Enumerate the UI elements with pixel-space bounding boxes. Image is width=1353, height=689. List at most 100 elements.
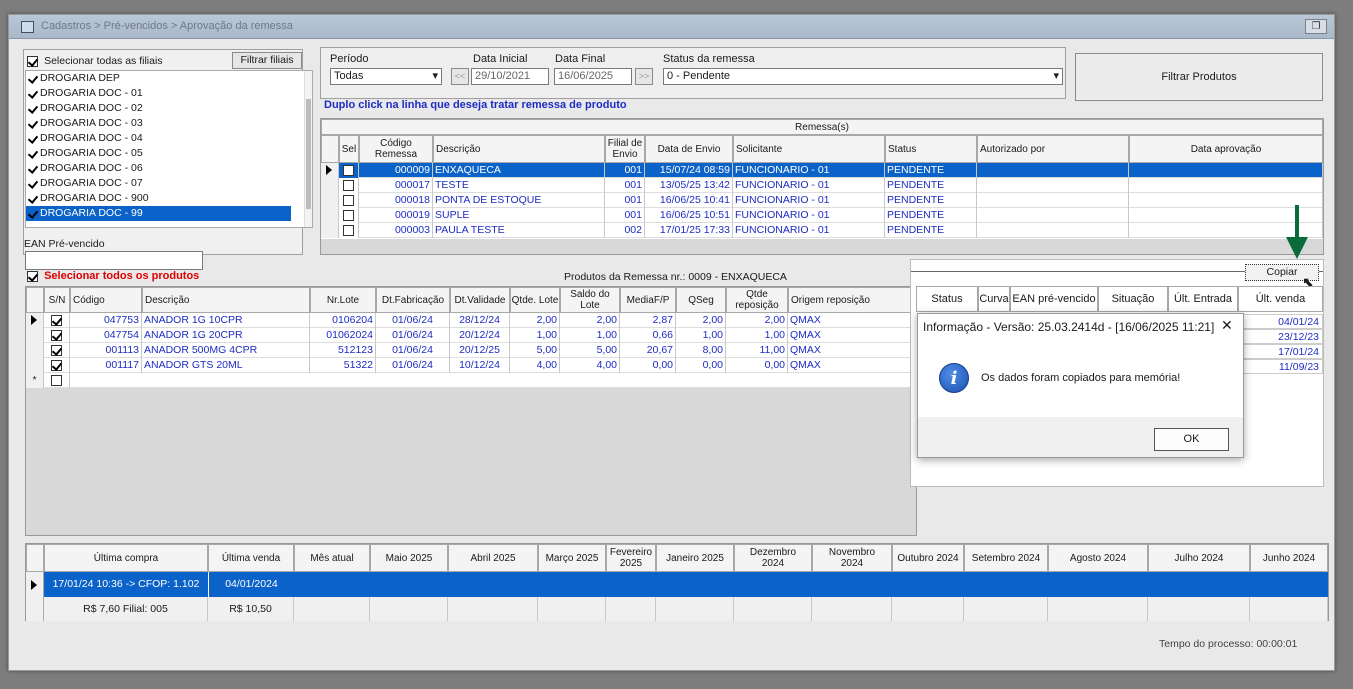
new-row[interactable]: * — [26, 373, 916, 388]
ok-button[interactable]: OK — [1154, 428, 1229, 451]
data-aprovacao-cell — [1129, 178, 1323, 193]
sn-checkbox[interactable] — [51, 344, 62, 356]
sel-cell[interactable] — [339, 193, 359, 208]
filial-checkbox[interactable] — [28, 89, 37, 98]
sn-cell[interactable] — [44, 313, 70, 328]
filial-item[interactable]: DROGARIA DEP — [26, 71, 291, 86]
produto-row[interactable]: 047754 ANADOR 1G 20CPR 01062024 01/06/24 20/… — [26, 328, 916, 343]
sel-checkbox[interactable] — [343, 164, 354, 176]
produto-cell: 20/12/25 — [450, 343, 510, 358]
filial-label: DROGARIA DOC - 99 — [40, 207, 143, 219]
sel-checkbox[interactable] — [343, 179, 354, 191]
filial-checkbox[interactable] — [28, 209, 37, 218]
sn-checkbox[interactable] — [51, 359, 62, 371]
remessa-cell: FUNCIONARIO - 01 — [733, 208, 885, 223]
produto-cell: 1,00 — [510, 328, 560, 343]
filtrar-filiais-button[interactable]: Filtrar filiais — [232, 52, 302, 69]
remessas-col-header: Data aprovação — [1129, 135, 1323, 163]
filial-item[interactable]: DROGARIA DOC - 99 — [26, 206, 291, 221]
filtrar-produtos-button[interactable]: Filtrar Produtos — [1075, 53, 1323, 101]
overlay-col-header: Curva — [978, 286, 1010, 312]
restore-icon[interactable]: ❐ — [1305, 19, 1327, 34]
sel-checkbox[interactable] — [343, 224, 354, 236]
filters-panel: Período Todas ▾ << Data Inicial 29/10/202… — [320, 47, 1066, 99]
data-final-input[interactable]: 16/06/2025 — [554, 68, 632, 85]
filial-checkbox[interactable] — [28, 164, 37, 173]
remessa-cell: 000018 — [359, 193, 433, 208]
remessa-cell: 000017 — [359, 178, 433, 193]
periodo-select[interactable]: Todas ▾ — [330, 68, 442, 85]
history-row-selected[interactable]: 17/01/24 10:36 -> CFOP: 1.102 04/01/2024 — [26, 572, 1328, 597]
filial-item[interactable]: DROGARIA DOC - 01 — [26, 86, 291, 101]
history-col-header: Fevereiro 2025 — [606, 544, 656, 572]
sn-cell[interactable] — [44, 343, 70, 358]
sel-checkbox[interactable] — [343, 194, 354, 206]
sel-cell[interactable] — [339, 223, 359, 238]
filial-checkbox[interactable] — [28, 119, 37, 128]
sel-cell[interactable] — [339, 178, 359, 193]
history-row[interactable]: R$ 7,60 Filial: 005 R$ 10,50 — [26, 597, 1328, 621]
select-all-products-checkbox[interactable] — [27, 270, 38, 282]
produto-cell: 2,00 — [560, 313, 620, 328]
row-pointer-icon — [31, 580, 37, 590]
produto-cell: 2,87 — [620, 313, 676, 328]
filial-checkbox[interactable] — [28, 179, 37, 188]
sn-cell[interactable] — [44, 358, 70, 373]
sel-cell[interactable] — [339, 163, 359, 178]
remessa-row[interactable]: 000009 ENXAQUECA 001 15/07/24 08:59 FUNCIONA… — [321, 163, 1323, 178]
remessa-row[interactable]: 000019 SUPLE 001 16/06/25 10:51 FUNCIONARIO … — [321, 208, 1323, 223]
produtos-col-header: S/N — [44, 287, 70, 313]
sn-checkbox[interactable] — [51, 314, 62, 326]
sn-cell[interactable] — [44, 373, 70, 388]
produtos-col-header: Dt.Validade — [450, 287, 510, 313]
select-all-filiais-checkbox[interactable] — [27, 55, 38, 67]
dialog-close-icon[interactable]: ✕ — [1221, 317, 1233, 334]
history-empty-cell — [1148, 597, 1250, 621]
sel-cell[interactable] — [339, 208, 359, 223]
filial-item[interactable]: DROGARIA DOC - 07 — [26, 176, 291, 191]
filial-checkbox[interactable] — [28, 134, 37, 143]
remessas-col-header: Filial de Envio — [605, 135, 645, 163]
filial-item[interactable]: DROGARIA DOC - 05 — [26, 146, 291, 161]
ean-input[interactable] — [25, 251, 203, 270]
produto-row[interactable]: 001113 ANADOR 500MG 4CPR 512123 01/06/24 20/… — [26, 343, 916, 358]
filial-item[interactable]: DROGARIA DOC - 03 — [26, 116, 291, 131]
sn-checkbox[interactable] — [51, 374, 62, 386]
data-inicial-input[interactable]: 29/10/2021 — [471, 68, 549, 85]
filial-checkbox[interactable] — [28, 74, 37, 83]
produto-row[interactable]: 047753 ANADOR 1G 10CPR 0106204 01/06/24 28/1… — [26, 313, 916, 328]
status-select[interactable]: 0 - Pendente ▾ — [663, 68, 1063, 85]
history-empty-cell — [606, 597, 656, 621]
produto-row[interactable]: 001117 ANADOR GTS 20ML 51322 01/06/24 10/12/… — [26, 358, 916, 373]
ult-venda-cell: 23/12/23 — [1238, 329, 1323, 344]
title-bar: Cadastros > Pré-vencidos > Aprovação da … — [9, 15, 1334, 39]
data-aprovacao-cell — [1129, 223, 1323, 238]
history-col-header: Mês atual — [294, 544, 370, 572]
produtos-col-header: Código — [70, 287, 142, 313]
overlay-col-header: Status — [916, 286, 978, 312]
data-aprovacao-cell — [1129, 208, 1323, 223]
remessa-row[interactable]: 000018 PONTA DE ESTOQUE 001 16/06/25 10:41 F… — [321, 193, 1323, 208]
filial-checkbox[interactable] — [28, 104, 37, 113]
filial-item[interactable]: DROGARIA DOC - 900 — [26, 191, 291, 206]
app-icon — [21, 21, 34, 33]
sn-checkbox[interactable] — [51, 329, 62, 341]
sel-checkbox[interactable] — [343, 209, 354, 221]
scrollbar-thumb[interactable] — [306, 99, 311, 209]
remessa-row[interactable]: 000003 PAULA TESTE 002 17/01/25 17:33 FUNCIO… — [321, 223, 1323, 238]
next-date-button[interactable]: >> — [635, 68, 653, 85]
remessa-row[interactable]: 000017 TESTE 001 13/05/25 13:42 FUNCIONARIO … — [321, 178, 1323, 193]
filial-item[interactable]: DROGARIA DOC - 06 — [26, 161, 291, 176]
filial-item[interactable]: DROGARIA DOC - 02 — [26, 101, 291, 116]
info-dialog: Informação - Versão: 25.03.2414d - [16/0… — [917, 313, 1244, 458]
filial-checkbox[interactable] — [28, 194, 37, 203]
filial-checkbox[interactable] — [28, 149, 37, 158]
filiais-scrollbar[interactable] — [304, 71, 312, 227]
history-empty-cell — [294, 597, 370, 621]
filial-item[interactable]: DROGARIA DOC - 04 — [26, 131, 291, 146]
produto-cell: 4,00 — [510, 358, 560, 373]
produto-cell: ANADOR 500MG 4CPR — [142, 343, 310, 358]
sn-cell[interactable] — [44, 328, 70, 343]
prev-date-button[interactable]: << — [451, 68, 469, 85]
produto-cell: 0,00 — [726, 358, 788, 373]
